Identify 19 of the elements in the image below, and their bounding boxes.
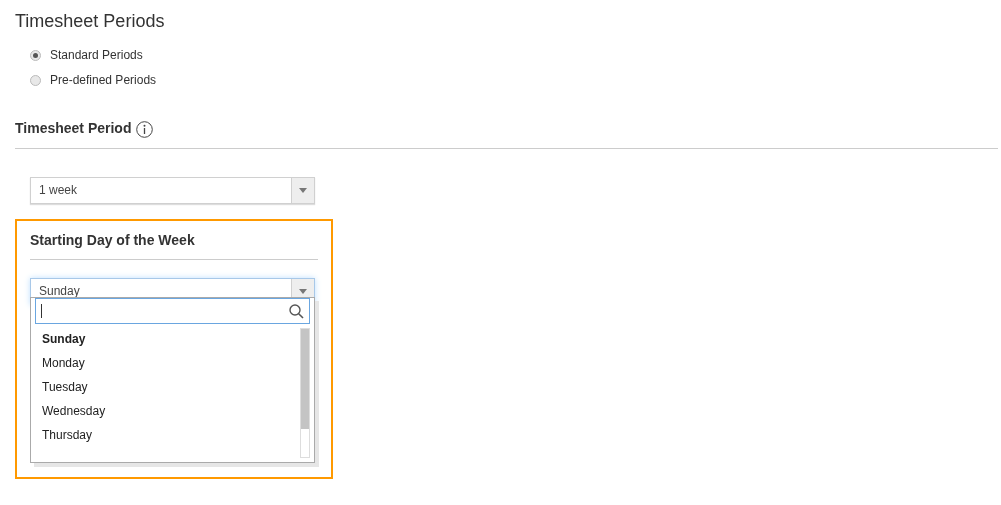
radio-button[interactable] <box>30 49 41 61</box>
dropdown-option[interactable]: Monday <box>42 356 300 380</box>
scrollbar[interactable] <box>300 328 310 458</box>
radio-label: Standard Periods <box>50 48 143 62</box>
radio-label: Pre-defined Periods <box>50 73 157 87</box>
caret-icon <box>299 188 307 193</box>
caret-icon <box>299 289 307 294</box>
dropdown-option[interactable]: Thursday <box>42 428 300 452</box>
dropdown-option[interactable]: Wednesday <box>42 404 300 428</box>
section-heading: Timesheet Period <box>15 118 132 137</box>
period-select[interactable]: 1 week <box>30 177 315 204</box>
dropdown-option[interactable]: Tuesday <box>42 380 300 404</box>
dropdown-option[interactable]: Sunday <box>42 332 300 356</box>
page-title: Timesheet Periods <box>15 10 166 32</box>
info-icon[interactable] <box>136 121 154 138</box>
search-field[interactable] <box>35 298 310 324</box>
search-icon <box>289 303 304 319</box>
section-heading: Starting Day of the Week <box>30 232 195 248</box>
radio-button[interactable] <box>30 74 41 86</box>
